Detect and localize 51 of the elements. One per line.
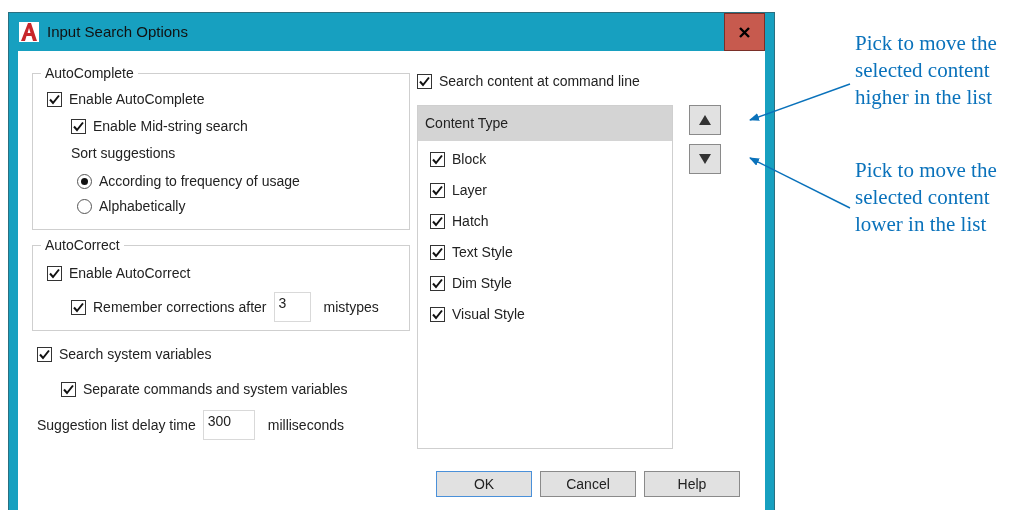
- group-title: AutoComplete: [41, 64, 138, 82]
- checkbox-label: Dim Style: [452, 274, 512, 292]
- checkbox-label: Search system variables: [59, 345, 212, 363]
- checkbox[interactable]: [430, 244, 445, 260]
- up-triangle-icon: [699, 115, 711, 125]
- delay-label: Suggestion list delay time: [37, 416, 196, 434]
- checkbox-label: Block: [452, 150, 487, 168]
- checkbox-label: Visual Style: [452, 305, 525, 323]
- checkbox[interactable]: [430, 213, 445, 229]
- sort-label: Sort suggestions: [71, 144, 177, 162]
- checkbox[interactable]: [430, 306, 445, 322]
- checkbox[interactable]: [37, 346, 52, 362]
- close-button[interactable]: [724, 13, 765, 51]
- checkbox-label: Hatch: [452, 212, 489, 230]
- suffix-label: mistypes: [323, 298, 379, 316]
- dialog-button[interactable]: OK: [436, 471, 532, 497]
- checkbox-label: Layer: [452, 181, 488, 199]
- radio-label: Alphabetically: [99, 197, 186, 215]
- checkbox-label: Text Style: [452, 243, 513, 261]
- checkbox[interactable]: [47, 91, 62, 107]
- checkbox[interactable]: [430, 151, 445, 167]
- window-title: Input Search Options: [47, 21, 188, 42]
- checkbox[interactable]: [430, 275, 445, 291]
- checkbox[interactable]: [71, 299, 86, 315]
- radio-button[interactable]: [77, 198, 92, 214]
- checkbox-label: Enable AutoCorrect: [69, 264, 191, 282]
- checkbox-label: Remember corrections after: [93, 298, 267, 316]
- checkbox[interactable]: [417, 73, 432, 89]
- checkbox[interactable]: [47, 265, 62, 281]
- suffix-label: milliseconds: [267, 416, 344, 434]
- checkbox-label: Enable Mid-string search: [93, 117, 248, 135]
- dialog-button[interactable]: Help: [644, 471, 740, 497]
- column-header: Content Type: [418, 106, 672, 141]
- checkbox-label: Search content at command line: [439, 72, 640, 90]
- checkbox[interactable]: [430, 182, 445, 198]
- down-triangle-icon: [699, 154, 711, 164]
- number-field[interactable]: 3: [273, 292, 311, 322]
- number-field[interactable]: 300: [202, 410, 255, 440]
- close-icon: [739, 26, 750, 38]
- checkbox[interactable]: [61, 381, 76, 397]
- dialog-button[interactable]: Cancel: [540, 471, 636, 497]
- move-up-button[interactable]: [689, 105, 721, 135]
- callout-text: Pick to move the selected content lower in the list: [855, 157, 997, 238]
- checkbox-label: Separate commands and system variables: [83, 380, 348, 398]
- checkbox[interactable]: [71, 118, 86, 134]
- app-logo-icon: [19, 22, 39, 42]
- radio-button[interactable]: [77, 173, 92, 189]
- radio-label: According to frequency of usage: [99, 172, 300, 190]
- callout-text: Pick to move the selected content higher in the list: [855, 30, 997, 111]
- move-down-button[interactable]: [689, 144, 721, 174]
- checkbox-label: Enable AutoComplete: [69, 90, 205, 108]
